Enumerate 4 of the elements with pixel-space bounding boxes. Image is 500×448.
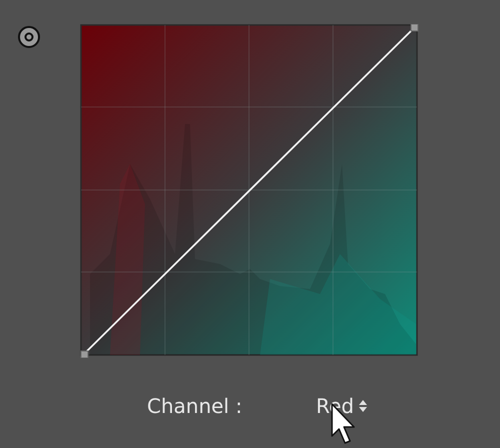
up-down-icon	[358, 398, 368, 414]
channel-label: Channel :	[147, 396, 244, 416]
target-icon[interactable]	[17, 25, 41, 49]
tone-curve-drawing[interactable]	[80, 24, 420, 358]
